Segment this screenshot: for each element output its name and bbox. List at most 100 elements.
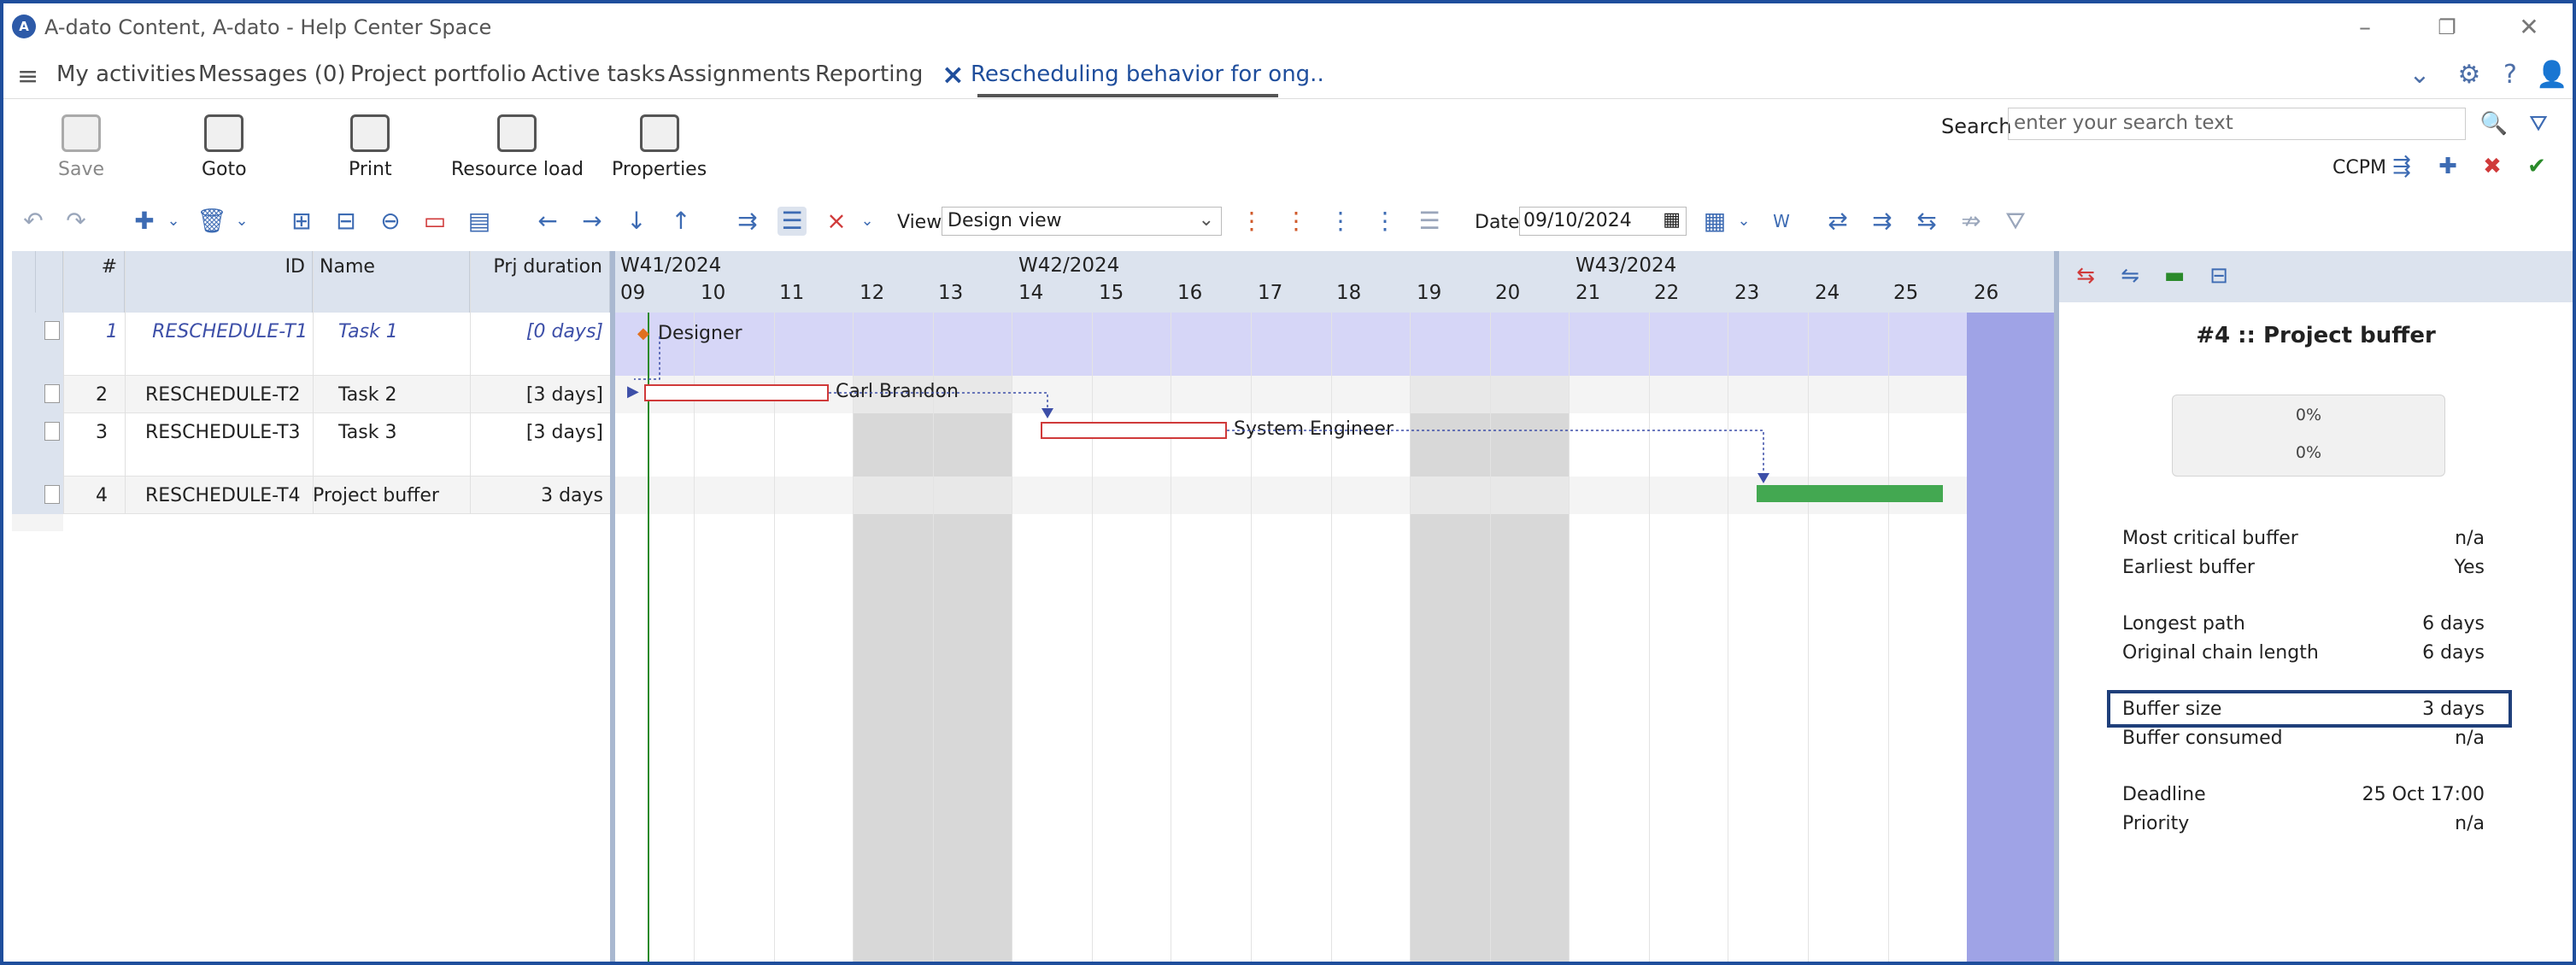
menu-reporting[interactable]: Reporting xyxy=(815,61,923,87)
dependency-arrowhead xyxy=(1042,408,1053,418)
shift-both-icon[interactable]: ⇆ xyxy=(1912,207,1941,236)
clear-filter-icon[interactable]: ⛛ xyxy=(2001,207,2030,236)
week-icon[interactable]: W xyxy=(1767,207,1796,236)
clear-shift-icon[interactable]: ⇏ xyxy=(1957,207,1986,236)
remove-links-dropdown-icon[interactable]: ⌄ xyxy=(853,207,882,236)
ccpm-remove-icon[interactable]: ✖ xyxy=(2478,152,2507,181)
filter-icon[interactable]: ⛛ xyxy=(2524,109,2553,138)
align-icon[interactable]: ⋮ xyxy=(1370,207,1399,236)
cell-num: 4 xyxy=(96,485,108,506)
save-button[interactable]: Save xyxy=(58,114,104,180)
menu-my-activities[interactable]: My activities xyxy=(56,61,196,87)
ccpm-check-icon[interactable]: ✔ xyxy=(2522,152,2551,181)
print-button[interactable]: Print xyxy=(349,114,392,180)
redo-icon[interactable]: ↷ xyxy=(62,207,91,236)
list-icon[interactable]: ☰ xyxy=(1415,207,1444,236)
table-row[interactable]: 4 RESCHEDULE-T4 Project buffer 3 days xyxy=(12,477,610,514)
panel-chain-icon[interactable]: ⊟ xyxy=(2204,261,2233,290)
field-label: Earliest buffer xyxy=(2122,557,2255,578)
search-icon[interactable]: 🔍 xyxy=(2479,109,2509,138)
document-icon xyxy=(44,422,60,441)
delete-dropdown-icon[interactable]: ⌄ xyxy=(227,207,256,236)
feeding-chain-icon[interactable]: ⋮ xyxy=(1282,207,1311,236)
menu-assignments[interactable]: Assignments xyxy=(668,61,811,87)
insert-row-icon[interactable]: ⊞ xyxy=(287,207,316,236)
close-tab-icon[interactable]: × xyxy=(942,58,965,91)
shift-right-icon[interactable]: ⇉ xyxy=(1868,207,1897,236)
ccpm-add-icon[interactable]: ✚ xyxy=(2433,152,2462,181)
grid-divider xyxy=(63,251,64,514)
close-icon[interactable]: ✕ xyxy=(2512,10,2546,44)
date-value: 09/10/2024 xyxy=(1523,210,1632,231)
shift-left-icon[interactable]: ⇄ xyxy=(1823,207,1852,236)
cell-name: Task 3 xyxy=(338,422,397,443)
menu-project-portfolio[interactable]: Project portfolio xyxy=(350,61,526,87)
task-grid: # ID Name Prj duration 1 RESCHEDULE-T1 T… xyxy=(12,251,610,962)
search-input[interactable]: enter your search text xyxy=(2008,108,2466,140)
remove-links-icon[interactable]: ⨯ xyxy=(822,207,851,236)
notes-icon[interactable]: ▤ xyxy=(465,207,494,236)
add-dropdown-icon[interactable]: ⌄ xyxy=(159,207,188,236)
minimize-icon[interactable]: – xyxy=(2348,10,2382,44)
properties-button[interactable]: Properties xyxy=(612,114,707,180)
table-row[interactable]: 2 RESCHEDULE-T2 Task 2 [3 days] xyxy=(12,376,610,413)
schedule-icon[interactable]: ⇉ xyxy=(733,207,762,236)
hamburger-menu-icon[interactable]: ≡ xyxy=(17,61,38,91)
panel-buffer-icon[interactable]: ▬ xyxy=(2160,261,2189,290)
chevron-down-icon[interactable]: ⌄ xyxy=(2404,60,2435,91)
cell-duration: 3 days xyxy=(541,485,603,506)
field-label: Original chain length xyxy=(2122,642,2319,664)
undo-icon[interactable]: ↶ xyxy=(19,207,48,236)
delete-icon[interactable]: 🗑 xyxy=(197,207,227,236)
panel-prev-icon[interactable]: ⇆ xyxy=(2071,261,2100,290)
date-input[interactable]: 09/10/2024 ▦ xyxy=(1519,207,1687,236)
collapse-icon[interactable]: ⊖ xyxy=(376,207,405,236)
dependency-link xyxy=(1227,430,1764,475)
header-duration[interactable]: Prj duration xyxy=(470,251,610,313)
user-icon[interactable]: 👤 xyxy=(2536,60,2567,91)
insert-subtask-icon[interactable]: ⊟ xyxy=(332,207,361,236)
table-row[interactable]: 3 RESCHEDULE-T3 Task 3 [3 days] xyxy=(12,413,610,477)
goto-button[interactable]: Goto xyxy=(202,114,247,180)
gear-icon[interactable]: ⚙ xyxy=(2454,60,2485,91)
critical-chain-icon[interactable]: ⋮ xyxy=(1237,207,1266,236)
view-select[interactable]: Design view ⌄ xyxy=(942,207,1222,236)
header-num[interactable]: # xyxy=(63,251,125,313)
field-original-chain-length: Original chain length 6 days xyxy=(2122,642,2485,664)
resource-load-button[interactable]: Resource load xyxy=(451,114,584,180)
save-label: Save xyxy=(58,159,105,180)
view-select-value: Design view xyxy=(948,210,1062,231)
restore-icon[interactable]: ❐ xyxy=(2430,10,2464,44)
field-label: Priority xyxy=(2122,813,2190,834)
table-row[interactable]: 1 RESCHEDULE-T1 Task 1 [0 days] xyxy=(12,313,610,376)
ccpm-chain-icon[interactable]: ⇶ xyxy=(2387,152,2416,181)
move-down-icon[interactable]: ↓ xyxy=(622,207,651,236)
field-value: n/a xyxy=(2455,813,2485,834)
field-label: Longest path xyxy=(2122,613,2245,635)
cell-name: Project buffer xyxy=(313,485,439,506)
menu-messages[interactable]: Messages (0) xyxy=(198,61,346,87)
move-up-icon[interactable]: ↑ xyxy=(666,207,695,236)
gantt-toggle-icon[interactable]: ☰ xyxy=(777,207,807,236)
calendar-icon[interactable]: ▦ xyxy=(1663,209,1681,231)
search-label: Search xyxy=(1941,114,2012,138)
cell-name: Task 1 xyxy=(338,321,398,342)
header-id[interactable]: ID xyxy=(125,251,313,313)
header-name[interactable]: Name xyxy=(313,251,470,313)
add-icon[interactable]: ✚ xyxy=(130,207,159,236)
timescale-dropdown-icon[interactable]: ⌄ xyxy=(1729,207,1758,236)
resource-chain-icon[interactable]: ⋮ xyxy=(1326,207,1355,236)
link-icon[interactable]: ▭ xyxy=(420,207,449,236)
help-icon[interactable]: ? xyxy=(2495,60,2526,91)
field-label: Deadline xyxy=(2122,784,2206,805)
panel-swap-icon[interactable]: ⇋ xyxy=(2115,261,2145,290)
panel-toolbar: ⇆ ⇋ ▬ ⊟ xyxy=(2059,251,2573,302)
indent-icon[interactable]: → xyxy=(578,207,607,236)
outdent-icon[interactable]: ← xyxy=(533,207,562,236)
tab-rescheduling[interactable]: Rescheduling behavior for ong.. xyxy=(971,61,1324,87)
menu-active-tasks[interactable]: Active tasks xyxy=(531,61,666,87)
details-panel: ⇆ ⇋ ▬ ⊟ #4 :: Project buffer 0% 0% Most … xyxy=(2059,251,2573,962)
timescale-icon[interactable]: ▦ xyxy=(1700,207,1729,236)
cell-num: 2 xyxy=(96,384,108,406)
chevron-down-icon: ⌄ xyxy=(1198,209,1214,231)
